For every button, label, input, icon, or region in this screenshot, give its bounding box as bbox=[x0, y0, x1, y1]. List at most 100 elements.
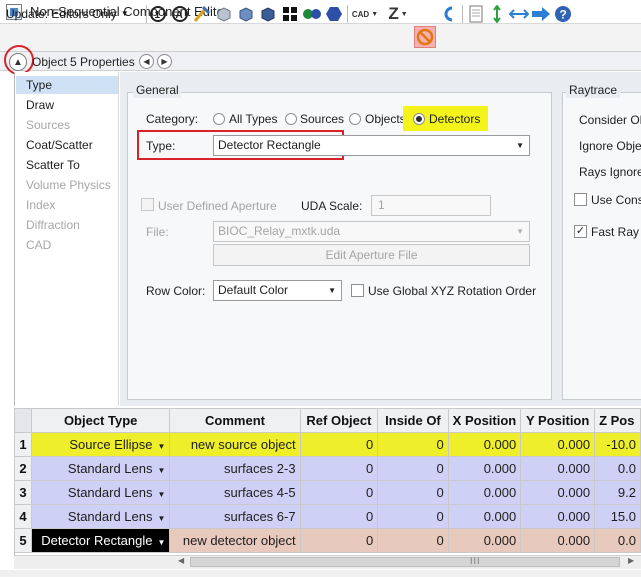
page-icon[interactable] bbox=[466, 4, 486, 24]
tree-item-coat-scatter[interactable]: Coat/Scatter bbox=[26, 136, 93, 154]
column-header[interactable]: Z Pos bbox=[594, 408, 641, 433]
z-position-cell[interactable]: 15.0 bbox=[594, 504, 641, 529]
inside-of-cell[interactable]: 0 bbox=[377, 528, 449, 553]
fast-ray-trace-label[interactable]: Fast Ray T bbox=[591, 225, 641, 239]
row-number[interactable]: 2 bbox=[14, 456, 32, 481]
help-icon[interactable]: ? bbox=[553, 4, 573, 24]
global-rotation-checkbox[interactable] bbox=[351, 284, 364, 297]
ref-object-cell[interactable]: 0 bbox=[299, 504, 379, 529]
previous-object-button[interactable]: ◀ bbox=[139, 54, 154, 69]
tree-item-draw[interactable]: Draw bbox=[26, 96, 54, 114]
refresh-icon[interactable]: A bbox=[170, 4, 190, 24]
y-position-cell[interactable]: 0.000 bbox=[520, 528, 596, 553]
table-row[interactable]: 4 Standard Lens ▼ surfaces 6-7 0 0 0.000 … bbox=[14, 504, 641, 529]
ref-object-cell[interactable]: 0 bbox=[299, 432, 379, 457]
inside-of-cell[interactable]: 0 bbox=[377, 480, 449, 505]
scroll-left-icon[interactable]: ◀ bbox=[178, 556, 184, 565]
cube-gray-icon[interactable] bbox=[214, 4, 234, 24]
y-position-cell[interactable]: 0.000 bbox=[520, 456, 596, 481]
object-type-cell[interactable]: Standard Lens ▼ bbox=[30, 456, 171, 481]
fast-ray-trace-checkbox[interactable]: ✓ bbox=[574, 225, 587, 238]
scrollbar-thumb[interactable] bbox=[190, 557, 620, 567]
y-position-cell[interactable]: 0.000 bbox=[520, 432, 596, 457]
table-row[interactable]: 5 Detector Rectangle ▼ new detector objec… bbox=[14, 528, 641, 553]
y-position-cell[interactable]: 0.000 bbox=[520, 504, 596, 529]
radio-detectors[interactable] bbox=[413, 113, 425, 125]
radio-all-types-label[interactable]: All Types bbox=[229, 112, 277, 126]
inside-of-cell[interactable]: 0 bbox=[377, 504, 449, 529]
table-row[interactable]: 3 Standard Lens ▼ surfaces 4-5 0 0 0.000 … bbox=[14, 480, 641, 505]
corner-cell[interactable] bbox=[14, 408, 32, 433]
comment-cell[interactable]: surfaces 4-5 bbox=[169, 480, 301, 505]
tree-item-type[interactable]: Type bbox=[16, 76, 118, 94]
row-number[interactable]: 5 bbox=[14, 528, 32, 553]
comment-cell[interactable]: surfaces 6-7 bbox=[169, 504, 301, 529]
radio-objects-label[interactable]: Objects bbox=[365, 112, 406, 126]
object-type-cell[interactable]: Detector Rectangle ▼ bbox=[30, 528, 171, 553]
z-position-cell[interactable]: 0.0 bbox=[594, 528, 641, 553]
comment-cell[interactable]: surfaces 2-3 bbox=[169, 456, 301, 481]
use-consecutive-label[interactable]: Use Cons bbox=[591, 193, 641, 207]
type-dropdown[interactable]: Detector Rectangle ▼ bbox=[213, 135, 530, 156]
row-number[interactable]: 4 bbox=[14, 504, 32, 529]
ref-object-cell[interactable]: 0 bbox=[299, 528, 379, 553]
grid-icon[interactable] bbox=[280, 4, 300, 24]
inside-of-cell[interactable]: 0 bbox=[377, 432, 449, 457]
scroll-right-icon[interactable]: ▶ bbox=[628, 556, 634, 565]
radio-objects[interactable] bbox=[349, 113, 361, 125]
radio-all-types[interactable] bbox=[213, 113, 225, 125]
x-position-cell[interactable]: 0.000 bbox=[447, 456, 522, 481]
table-row[interactable]: 1 Source Ellipse ▼ new source object 0 0 … bbox=[14, 432, 641, 457]
object-type-cell[interactable]: Source Ellipse ▼ bbox=[30, 432, 171, 457]
z-position-cell[interactable]: -10.0 bbox=[594, 432, 641, 457]
ref-object-cell[interactable]: 0 bbox=[299, 480, 379, 505]
comment-cell[interactable]: new detector object bbox=[169, 528, 301, 553]
cad-dropdown[interactable]: CAD ▼ bbox=[350, 4, 380, 24]
right-arrow-icon[interactable] bbox=[531, 4, 551, 24]
cube-dark-icon[interactable] bbox=[258, 4, 278, 24]
x-position-cell[interactable]: 0.000 bbox=[447, 432, 522, 457]
column-header[interactable]: Inside Of bbox=[377, 408, 449, 433]
split-arrows-icon[interactable] bbox=[487, 4, 507, 24]
row-number[interactable]: 3 bbox=[14, 480, 32, 505]
glass-icon[interactable] bbox=[192, 4, 212, 24]
x-position-cell[interactable]: 0.000 bbox=[447, 504, 522, 529]
z-dropdown[interactable]: Z ▼ bbox=[384, 4, 412, 24]
solve-icon[interactable]: 1 bbox=[148, 4, 168, 24]
column-header[interactable]: Y Position bbox=[520, 408, 596, 433]
stop-button[interactable] bbox=[414, 26, 436, 48]
radio-detectors-label[interactable]: Detectors bbox=[429, 112, 480, 126]
comment-cell[interactable]: new source object bbox=[169, 432, 301, 457]
ref-object-cell[interactable]: 0 bbox=[299, 456, 379, 481]
object-type-cell[interactable]: Standard Lens ▼ bbox=[30, 504, 171, 529]
window-bottom-edge bbox=[0, 570, 641, 577]
hexagon-icon[interactable] bbox=[324, 4, 344, 24]
next-object-button[interactable]: ▶ bbox=[157, 54, 172, 69]
global-rotation-label[interactable]: Use Global XYZ Rotation Order bbox=[368, 284, 536, 298]
use-consecutive-checkbox[interactable] bbox=[574, 193, 587, 206]
object-type-cell[interactable]: Standard Lens ▼ bbox=[30, 480, 171, 505]
z-position-cell[interactable]: 9.2 bbox=[594, 480, 641, 505]
x-position-cell[interactable]: 0.000 bbox=[447, 480, 522, 505]
radio-sources-label[interactable]: Sources bbox=[300, 112, 344, 126]
table-row[interactable]: 2 Standard Lens ▼ surfaces 2-3 0 0 0.000 … bbox=[14, 456, 641, 481]
x-position-cell[interactable]: 0.000 bbox=[447, 528, 522, 553]
undo-icon[interactable] bbox=[439, 4, 459, 24]
update-mode-dropdown[interactable]: Update: Editors Only ▼ bbox=[6, 5, 129, 23]
toolbar bbox=[0, 24, 641, 52]
row-number[interactable]: 1 bbox=[14, 432, 32, 457]
join-arrows-icon[interactable] bbox=[509, 4, 529, 24]
cube-blue-icon[interactable] bbox=[236, 4, 256, 24]
y-position-cell[interactable]: 0.000 bbox=[520, 480, 596, 505]
column-header[interactable]: Ref Object bbox=[299, 408, 379, 433]
column-header[interactable]: X Position bbox=[447, 408, 522, 433]
file-dropdown-value: BIOC_Relay_mxtk.uda bbox=[218, 224, 341, 238]
column-header[interactable]: Object Type bbox=[30, 408, 171, 433]
column-header[interactable]: Comment bbox=[169, 408, 301, 433]
row-color-dropdown[interactable]: Default Color ▼ bbox=[213, 280, 342, 301]
inside-of-cell[interactable]: 0 bbox=[377, 456, 449, 481]
tree-item-scatter-to[interactable]: Scatter To bbox=[26, 156, 80, 174]
z-position-cell[interactable]: 0.0 bbox=[594, 456, 641, 481]
radio-sources[interactable] bbox=[285, 113, 297, 125]
dual-sphere-icon[interactable] bbox=[302, 4, 322, 24]
